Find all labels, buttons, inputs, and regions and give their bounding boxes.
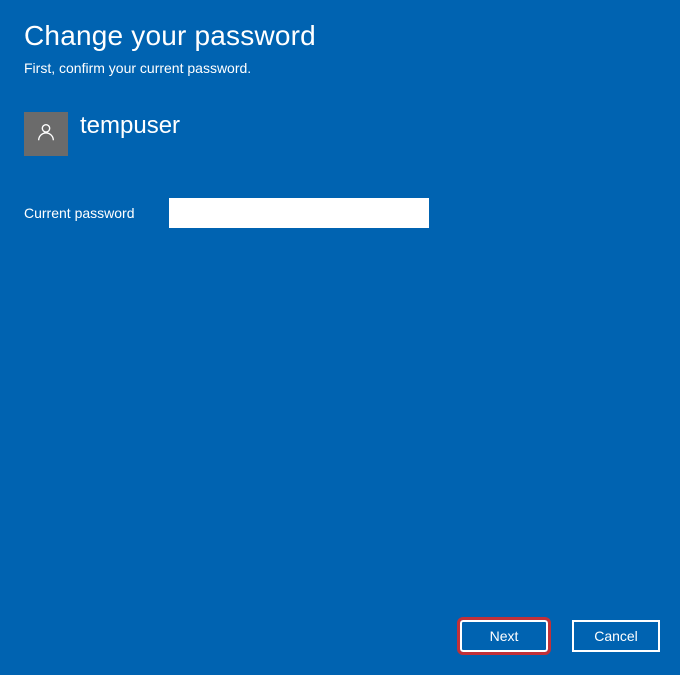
page-subtitle: First, confirm your current password. (24, 60, 656, 76)
username-label: tempuser (80, 112, 180, 138)
user-icon (35, 121, 57, 148)
user-row: tempuser (24, 112, 656, 156)
current-password-row: Current password (24, 198, 656, 228)
current-password-label: Current password (24, 205, 169, 221)
page-title: Change your password (24, 20, 656, 52)
change-password-panel: Change your password First, confirm your… (0, 0, 680, 248)
avatar (24, 112, 68, 156)
next-button[interactable]: Next (460, 620, 548, 652)
button-row: Next Cancel (460, 620, 660, 652)
current-password-input[interactable] (169, 198, 429, 228)
cancel-button[interactable]: Cancel (572, 620, 660, 652)
